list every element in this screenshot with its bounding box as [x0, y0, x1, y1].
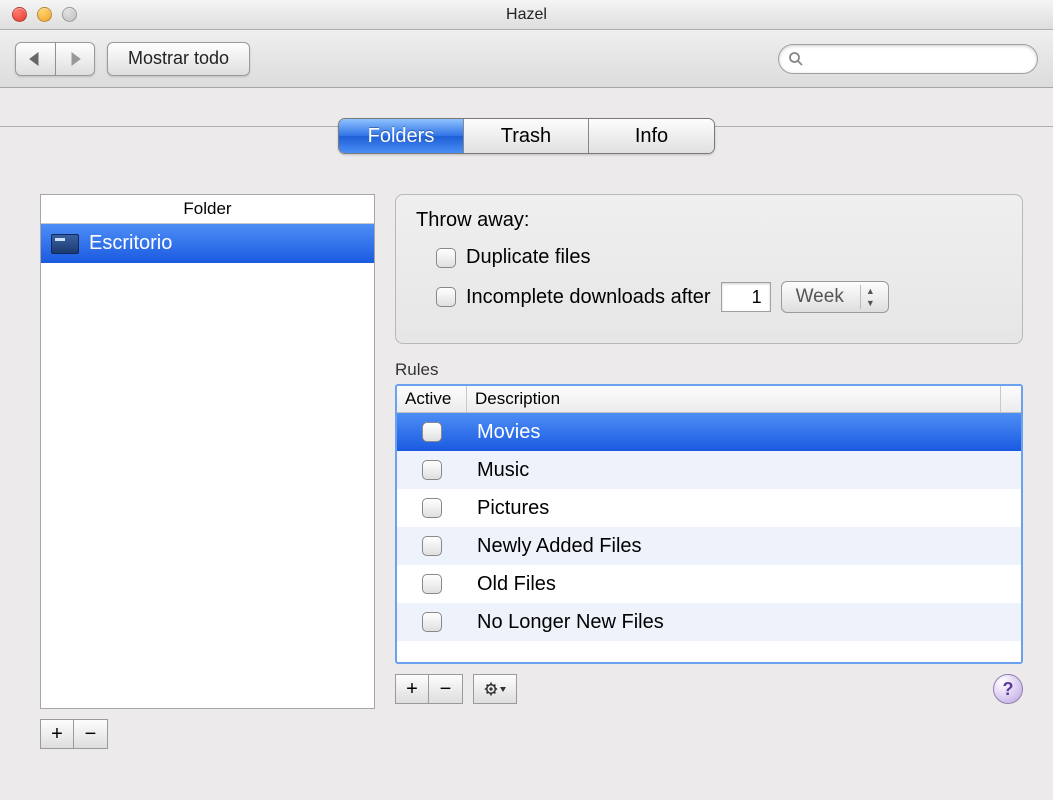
rule-actions-button[interactable]	[473, 674, 517, 704]
rule-active-checkbox[interactable]	[422, 498, 442, 518]
toolbar: Mostrar todo	[0, 30, 1053, 88]
rule-active-checkbox[interactable]	[422, 612, 442, 632]
add-rule-button[interactable]: +	[395, 674, 429, 704]
incomplete-unit-dropdown[interactable]: Week ▲▼	[781, 281, 889, 313]
segmented-tabs: Folders Trash Info	[338, 118, 715, 154]
folder-item-label: Escritorio	[89, 232, 172, 255]
rule-row[interactable]: Old Files	[397, 565, 1021, 603]
close-window-button[interactable]	[12, 7, 27, 22]
desktop-folder-icon	[51, 234, 79, 254]
folder-buttons-row: + −	[40, 719, 375, 749]
rule-active-cell	[397, 498, 467, 518]
search-input[interactable]	[778, 44, 1038, 74]
rules-section-label: Rules	[395, 360, 1023, 380]
nav-group	[15, 42, 95, 76]
search-icon	[788, 51, 804, 71]
window-title: Hazel	[0, 6, 1053, 24]
throw-incomplete-row: Incomplete downloads after Week ▲▼	[436, 281, 1002, 313]
rule-active-cell	[397, 460, 467, 480]
zoom-window-button[interactable]	[62, 7, 77, 22]
stepper-icon: ▲▼	[860, 285, 880, 309]
tab-row: Folders Trash Info	[0, 88, 1053, 164]
rule-description: Old Files	[467, 573, 1021, 596]
rule-active-cell	[397, 612, 467, 632]
search-wrap	[778, 44, 1038, 74]
gear-icon	[484, 681, 506, 697]
rule-description: Pictures	[467, 497, 1021, 520]
help-button[interactable]: ?	[993, 674, 1023, 704]
rules-table: Active Description Movies Music Pictures Ne…	[395, 384, 1023, 664]
remove-folder-button[interactable]: −	[74, 719, 108, 749]
rules-table-header: Active Description	[397, 386, 1021, 413]
rules-pane: Throw away: Duplicate files Incomplete d…	[395, 194, 1023, 749]
rule-row[interactable]: Pictures	[397, 489, 1021, 527]
traffic-lights	[12, 7, 77, 22]
rule-description: Newly Added Files	[467, 535, 1021, 558]
rule-active-cell	[397, 536, 467, 556]
col-header-description[interactable]: Description	[467, 386, 1001, 412]
throw-away-title: Throw away:	[416, 209, 1002, 232]
rule-description: No Longer New Files	[467, 611, 1021, 634]
remove-rule-button[interactable]: −	[429, 674, 463, 704]
rule-active-checkbox[interactable]	[422, 460, 442, 480]
titlebar: Hazel	[0, 0, 1053, 30]
triangle-left-icon	[29, 52, 41, 66]
throw-away-box: Throw away: Duplicate files Incomplete d…	[395, 194, 1023, 344]
rule-active-checkbox[interactable]	[422, 574, 442, 594]
rule-description: Music	[467, 459, 1021, 482]
throw-duplicate-row: Duplicate files	[436, 246, 1002, 269]
rules-table-body[interactable]: Movies Music Pictures Newly Added Files Old …	[397, 413, 1021, 662]
rule-row[interactable]: Newly Added Files	[397, 527, 1021, 565]
folder-list[interactable]: Escritorio	[41, 224, 374, 708]
rule-row[interactable]: Music	[397, 451, 1021, 489]
content-area: Folder Escritorio + − Throw away: Duplic…	[0, 164, 1053, 749]
folder-list-box: Folder Escritorio	[40, 194, 375, 709]
forward-button[interactable]	[56, 42, 96, 76]
duplicate-files-checkbox[interactable]	[436, 248, 456, 268]
col-header-scroll-gutter	[1001, 386, 1021, 412]
rule-active-cell	[397, 422, 467, 442]
incomplete-downloads-checkbox[interactable]	[436, 287, 456, 307]
rule-description: Movies	[467, 421, 1021, 444]
show-all-button[interactable]: Mostrar todo	[107, 42, 250, 76]
add-folder-button[interactable]: +	[40, 719, 74, 749]
rule-active-checkbox[interactable]	[422, 536, 442, 556]
incomplete-value-input[interactable]	[721, 282, 771, 312]
back-button[interactable]	[15, 42, 56, 76]
minimize-window-button[interactable]	[37, 7, 52, 22]
tab-info[interactable]: Info	[589, 119, 714, 153]
folders-pane: Folder Escritorio + −	[40, 194, 375, 749]
triangle-right-icon	[69, 52, 81, 66]
tab-trash[interactable]: Trash	[464, 119, 589, 153]
rules-buttons-row: + − ?	[395, 674, 1023, 704]
folder-column-header: Folder	[41, 195, 374, 224]
rule-active-checkbox[interactable]	[422, 422, 442, 442]
rule-row[interactable]: Movies	[397, 413, 1021, 451]
duplicate-files-label: Duplicate files	[466, 246, 591, 269]
folder-item[interactable]: Escritorio	[41, 224, 374, 263]
rule-row[interactable]: No Longer New Files	[397, 603, 1021, 641]
col-header-active[interactable]: Active	[397, 386, 467, 412]
tab-folders[interactable]: Folders	[339, 119, 464, 153]
incomplete-downloads-label: Incomplete downloads after	[466, 286, 711, 309]
rule-active-cell	[397, 574, 467, 594]
incomplete-unit-label: Week	[796, 286, 844, 308]
